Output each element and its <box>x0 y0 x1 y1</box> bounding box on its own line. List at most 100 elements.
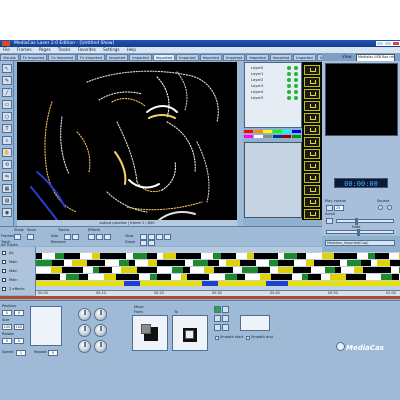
rotate-x-knob[interactable] <box>78 308 91 321</box>
timeline-clip[interactable] <box>220 267 233 273</box>
timeline-clip[interactable] <box>64 260 72 266</box>
timeline-clip[interactable] <box>92 253 100 259</box>
layer-visible-icon[interactable] <box>287 96 291 100</box>
mirror-icon[interactable]: ⇋ <box>2 172 12 181</box>
track-checkbox[interactable] <box>2 287 6 291</box>
timeline-clip[interactable] <box>121 267 137 273</box>
rotate-y-knob[interactable] <box>94 308 107 321</box>
layer-output-icon[interactable] <box>294 90 298 94</box>
timeline-clip[interactable] <box>368 253 375 259</box>
add-track-button[interactable] <box>64 234 71 240</box>
view-4-button[interactable] <box>164 234 171 240</box>
timeline-clip[interactable] <box>391 267 399 273</box>
timeline-clip[interactable] <box>366 274 381 280</box>
timeline-clip[interactable] <box>233 267 242 273</box>
timeline-scrollbar[interactable] <box>0 296 400 299</box>
timeline-clip[interactable] <box>325 267 335 273</box>
frame-thumbnail[interactable] <box>304 65 320 75</box>
timeline-clip[interactable] <box>72 260 87 266</box>
timeline-clip[interactable] <box>133 253 147 259</box>
palette-swatch[interactable] <box>244 130 253 133</box>
repeat-spinner[interactable]: 0 <box>48 350 58 356</box>
timeline-clip[interactable] <box>258 267 270 273</box>
timeline-clip[interactable] <box>100 253 115 259</box>
pen-icon[interactable]: ✎ <box>2 76 12 85</box>
frame-thumbnail[interactable] <box>304 101 320 111</box>
timeline-clip[interactable] <box>375 253 389 259</box>
timeline-clip[interactable] <box>342 253 357 259</box>
timeline-clip[interactable] <box>148 260 157 266</box>
timeline-clip[interactable] <box>187 274 200 280</box>
layer-row[interactable]: Layer5 <box>251 95 301 101</box>
timeline-clip[interactable] <box>213 253 221 259</box>
timeline-clip[interactable] <box>340 260 347 266</box>
timeline-clip[interactable] <box>347 260 361 266</box>
timeline-clip[interactable] <box>330 274 346 280</box>
source-radio[interactable] <box>378 205 383 210</box>
page-tab[interactable]: Imported <box>269 54 293 61</box>
timeline-clip[interactable] <box>99 267 112 273</box>
rotate-icon[interactable]: ⟲ <box>2 160 12 169</box>
layer-visible-icon[interactable] <box>287 84 291 88</box>
track-up-button[interactable] <box>72 234 79 240</box>
timeline-clip[interactable] <box>104 274 116 280</box>
timeline-clip[interactable] <box>221 253 236 259</box>
layer-visible-icon[interactable] <box>287 78 291 82</box>
track-header[interactable]: 2 effects <box>1 285 35 293</box>
page-tab[interactable]: Imported <box>105 54 129 61</box>
hand-icon[interactable]: ✋ <box>2 148 12 157</box>
timeline-clip[interactable] <box>321 274 330 280</box>
layer-output-icon[interactable] <box>294 84 298 88</box>
page-tab[interactable]: Fx Imported <box>48 54 77 61</box>
circle-icon[interactable]: ○ <box>2 112 12 121</box>
view-3-button[interactable] <box>156 234 163 240</box>
position-pad[interactable] <box>30 306 62 346</box>
timeline-clip[interactable] <box>112 267 121 273</box>
rotate-y-spinner[interactable]: 0 <box>14 338 24 344</box>
palette-swatch[interactable] <box>282 130 292 133</box>
page-tab[interactable]: Imported <box>223 54 246 61</box>
palette-swatch[interactable] <box>253 135 263 138</box>
page-tab[interactable]: Imported <box>293 54 316 61</box>
palette-swatch[interactable] <box>272 135 282 138</box>
timeline-clip[interactable] <box>346 274 358 280</box>
close-button[interactable] <box>392 41 400 46</box>
palette-swatch[interactable] <box>272 130 282 133</box>
timeline-clip[interactable] <box>208 260 219 266</box>
timeline-clip[interactable] <box>149 267 157 273</box>
timeline-clip[interactable] <box>306 253 322 259</box>
effects-track-bar[interactable] <box>36 281 400 286</box>
to-preview[interactable] <box>172 315 208 351</box>
timeline-clip[interactable] <box>190 267 204 273</box>
timeline-clip[interactable] <box>314 260 329 266</box>
timeline-clip[interactable] <box>36 260 52 266</box>
timeline-clip[interactable] <box>363 267 379 273</box>
timeline-clip[interactable] <box>79 274 88 280</box>
track-checkbox[interactable] <box>2 251 6 255</box>
rotate-x-spinner[interactable]: 0 <box>2 338 12 344</box>
timeline-clip[interactable] <box>268 253 278 259</box>
timeline-clip[interactable] <box>389 253 399 259</box>
palette-swatch[interactable] <box>263 130 273 133</box>
layer-output-icon[interactable] <box>294 96 298 100</box>
timeline-clip[interactable] <box>308 274 321 280</box>
maximize-button[interactable] <box>384 41 392 46</box>
timeline-clip[interactable] <box>135 260 148 266</box>
timeline-clip[interactable] <box>173 260 185 266</box>
timeline-clip[interactable] <box>381 274 392 280</box>
text-icon[interactable]: T <box>2 124 12 133</box>
frame-thumbnail[interactable] <box>304 197 320 207</box>
grid-icon[interactable]: ▦ <box>2 184 12 193</box>
timeline-clip[interactable] <box>390 260 399 266</box>
timeline-clip[interactable] <box>87 260 98 266</box>
from-preview[interactable] <box>132 315 168 351</box>
timeline-clip[interactable] <box>176 253 185 259</box>
timeline-clip[interactable] <box>98 260 105 266</box>
track-header[interactable]: Main <box>1 276 35 284</box>
fps-field[interactable]: 25 <box>334 205 344 211</box>
timeline-clip[interactable] <box>236 253 247 259</box>
timeline-clip[interactable] <box>183 267 190 273</box>
timeline-clip[interactable] <box>193 260 208 266</box>
scale-tool-icon[interactable] <box>222 315 229 322</box>
layer-output-icon[interactable] <box>294 72 298 76</box>
